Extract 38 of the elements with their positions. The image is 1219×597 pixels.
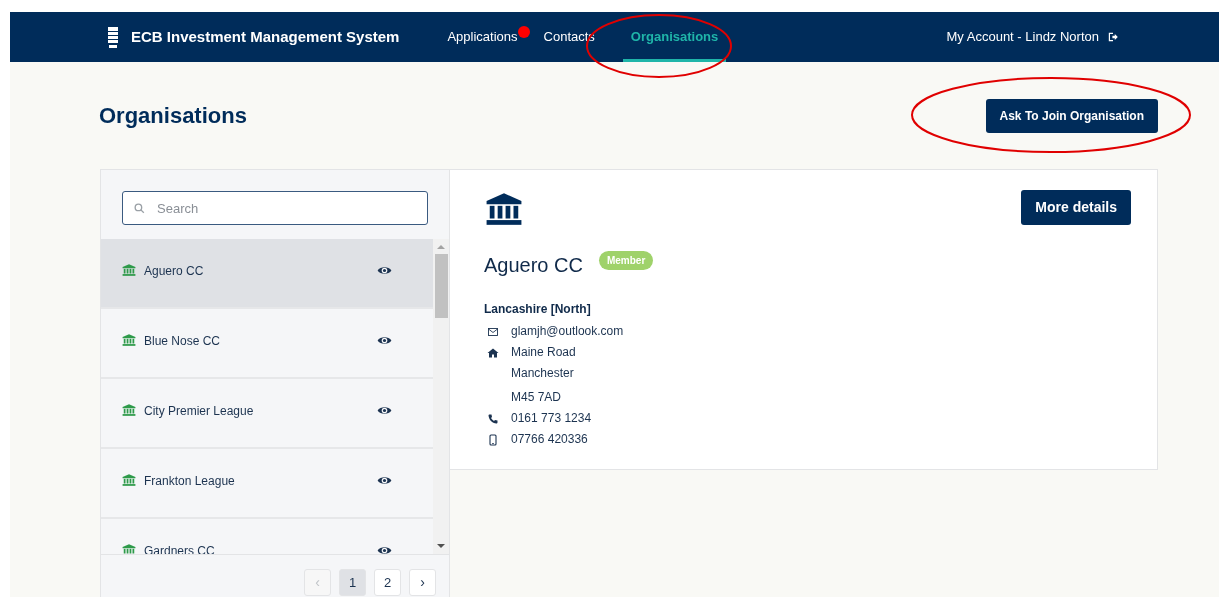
ask-to-join-button[interactable]: Ask To Join Organisation	[985, 98, 1158, 133]
address-line: M45 7AD	[511, 389, 563, 406]
bank-icon	[484, 190, 524, 228]
app-title: ECB Investment Management System	[131, 26, 400, 47]
page-button[interactable]: 1	[339, 569, 366, 596]
region-label: Lancashire [North]	[484, 301, 592, 318]
organisation-title: Aguero CC	[484, 253, 583, 278]
nav-link[interactable]: Applications	[441, 12, 524, 62]
address-line: Manchester	[511, 365, 575, 382]
search-icon	[133, 202, 146, 215]
organisation-name: Aguero CC	[144, 263, 205, 280]
member-badge: Member	[598, 251, 654, 270]
bank-icon	[122, 403, 136, 417]
mobile-phone-icon	[487, 433, 499, 446]
bank-icon	[122, 543, 136, 554]
phone-icon	[487, 412, 499, 425]
account-link[interactable]: My Account - Lindz Norton	[946, 27, 1099, 47]
phone-number: 07766 420336	[511, 431, 588, 448]
organisation-name: City Premier League	[144, 403, 255, 420]
bank-icon	[122, 263, 136, 277]
scrollbar[interactable]	[433, 239, 449, 554]
organisation-name: Blue Nose CC	[144, 333, 222, 350]
more-details-button[interactable]: More details	[1021, 190, 1131, 225]
organisation-name: Frankton League	[144, 473, 236, 490]
search-field[interactable]: Search	[122, 191, 428, 225]
page-button[interactable]: 2	[374, 569, 401, 596]
phone-number: 0161 773 1234	[511, 410, 592, 427]
nav-link[interactable]: Organisations	[622, 12, 727, 62]
page-title: Organisations	[99, 102, 247, 130]
email-address: glamjh@outlook.com	[511, 323, 624, 340]
bank-icon	[122, 333, 136, 347]
envelope-icon	[487, 325, 499, 338]
bank-icon	[122, 473, 136, 487]
logout-icon	[1107, 31, 1119, 43]
house-icon	[487, 346, 499, 359]
next-page-button[interactable]: ›	[409, 569, 436, 596]
address-line: Maine Road	[511, 344, 576, 361]
organisation-list-item[interactable]: Aguero CC	[101, 239, 433, 309]
